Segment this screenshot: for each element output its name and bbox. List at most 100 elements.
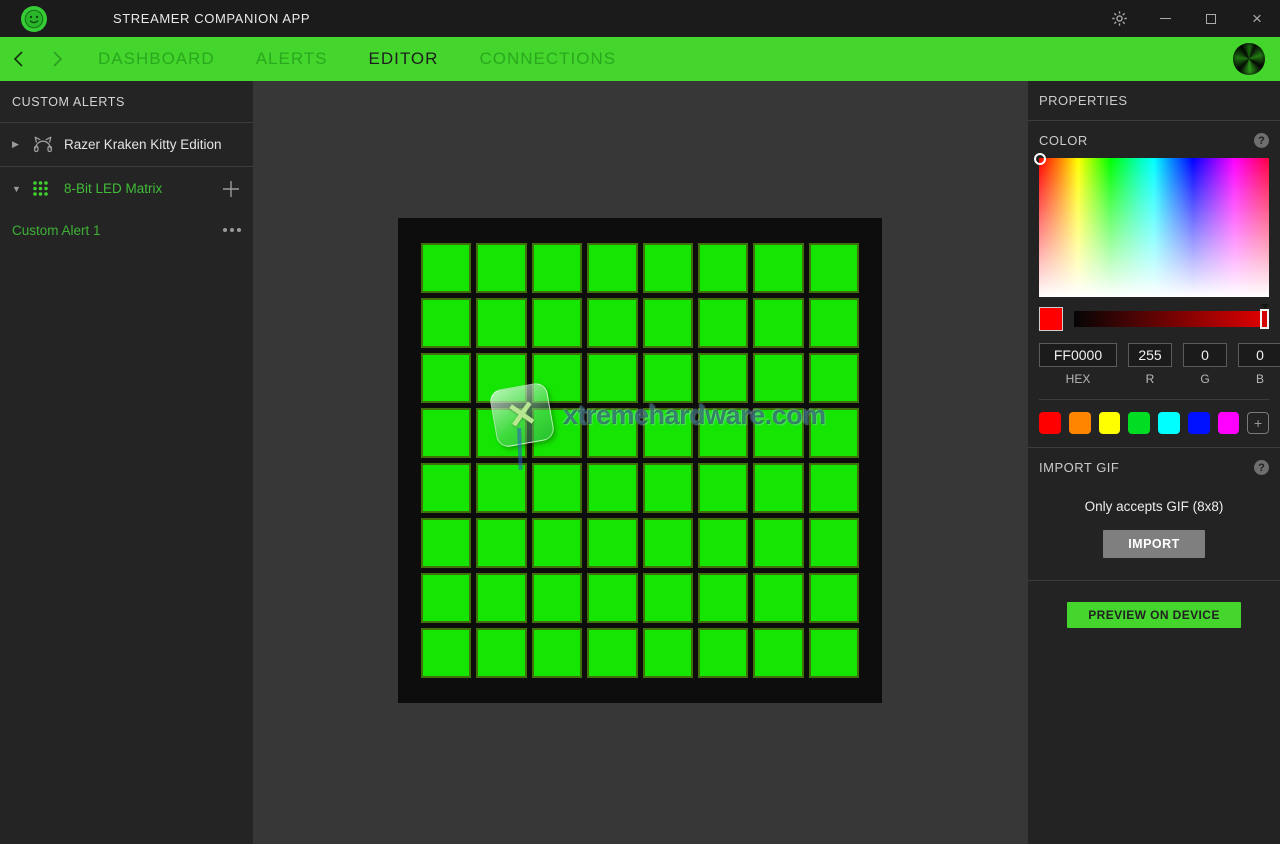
led-cell[interactable] [809, 243, 859, 293]
led-cell[interactable] [809, 463, 859, 513]
led-cell[interactable] [809, 628, 859, 678]
led-cell[interactable] [698, 518, 748, 568]
led-cell[interactable] [532, 408, 582, 458]
led-cell[interactable] [476, 518, 526, 568]
led-cell[interactable] [643, 408, 693, 458]
color-swatch[interactable] [1128, 412, 1150, 434]
led-cell[interactable] [643, 298, 693, 348]
preview-on-device-button[interactable]: PREVIEW ON DEVICE [1067, 602, 1241, 628]
led-cell[interactable] [753, 243, 803, 293]
led-cell[interactable] [421, 353, 471, 403]
led-cell[interactable] [809, 353, 859, 403]
led-cell[interactable] [587, 353, 637, 403]
led-cell[interactable] [532, 243, 582, 293]
led-cell[interactable] [421, 518, 471, 568]
led-cell[interactable] [587, 573, 637, 623]
add-alert-button[interactable] [221, 179, 241, 199]
led-cell[interactable] [643, 573, 693, 623]
led-cell[interactable] [476, 353, 526, 403]
led-cell[interactable] [532, 628, 582, 678]
tab-alerts[interactable]: ALERTS [256, 49, 328, 69]
red-input[interactable] [1128, 343, 1172, 367]
slider-handle[interactable] [1260, 309, 1269, 329]
tab-dashboard[interactable]: DASHBOARD [98, 49, 215, 69]
led-cell[interactable] [421, 298, 471, 348]
collapse-caret-icon[interactable]: ▶ [12, 139, 26, 150]
led-cell[interactable] [753, 463, 803, 513]
led-cell[interactable] [643, 628, 693, 678]
green-input[interactable] [1183, 343, 1227, 367]
tab-editor[interactable]: EDITOR [369, 49, 439, 69]
led-cell[interactable] [421, 408, 471, 458]
color-swatch[interactable] [1218, 412, 1240, 434]
led-cell[interactable] [809, 298, 859, 348]
led-cell[interactable] [476, 463, 526, 513]
led-cell[interactable] [809, 518, 859, 568]
hex-input[interactable] [1039, 343, 1117, 367]
led-cell[interactable] [698, 408, 748, 458]
blue-input[interactable] [1238, 343, 1280, 367]
led-cell[interactable] [698, 463, 748, 513]
device-row-led-matrix[interactable]: ▼ 8-Bit LED Matrix [0, 167, 253, 210]
led-cell[interactable] [698, 298, 748, 348]
led-cell[interactable] [698, 353, 748, 403]
led-cell[interactable] [532, 298, 582, 348]
led-cell[interactable] [753, 298, 803, 348]
led-cell[interactable] [532, 463, 582, 513]
maximize-button[interactable] [1188, 0, 1234, 37]
color-swatch[interactable] [1069, 412, 1091, 434]
led-cell[interactable] [421, 463, 471, 513]
user-avatar[interactable] [1233, 43, 1265, 75]
led-cell[interactable] [753, 573, 803, 623]
import-gif-help-icon[interactable]: ? [1254, 460, 1269, 475]
led-cell[interactable] [753, 628, 803, 678]
color-swatch[interactable] [1158, 412, 1180, 434]
led-cell[interactable] [476, 628, 526, 678]
led-cell[interactable] [421, 628, 471, 678]
color-help-icon[interactable]: ? [1254, 133, 1269, 148]
led-cell[interactable] [476, 298, 526, 348]
tab-connections[interactable]: CONNECTIONS [479, 49, 616, 69]
led-cell[interactable] [753, 353, 803, 403]
led-cell[interactable] [643, 353, 693, 403]
led-cell[interactable] [476, 573, 526, 623]
led-cell[interactable] [753, 518, 803, 568]
led-cell[interactable] [421, 243, 471, 293]
led-cell[interactable] [753, 408, 803, 458]
led-cell[interactable] [643, 463, 693, 513]
led-cell[interactable] [587, 463, 637, 513]
led-cell[interactable] [809, 408, 859, 458]
led-cell[interactable] [587, 518, 637, 568]
led-cell[interactable] [532, 518, 582, 568]
led-cell[interactable] [698, 628, 748, 678]
led-cell[interactable] [809, 573, 859, 623]
color-gradient-picker[interactable] [1039, 158, 1269, 297]
import-button[interactable]: IMPORT [1103, 530, 1205, 558]
close-button[interactable]: × [1234, 0, 1280, 37]
color-swatch[interactable] [1039, 412, 1061, 434]
color-swatch[interactable] [1188, 412, 1210, 434]
led-cell[interactable] [476, 408, 526, 458]
led-cell[interactable] [532, 353, 582, 403]
led-cell[interactable] [698, 243, 748, 293]
led-cell[interactable] [643, 243, 693, 293]
gradient-cursor[interactable] [1034, 153, 1046, 165]
alert-options-menu-icon[interactable] [223, 228, 241, 232]
color-swatch[interactable] [1099, 412, 1121, 434]
led-cell[interactable] [587, 298, 637, 348]
custom-alert-item[interactable]: Custom Alert 1 [0, 210, 253, 250]
led-cell[interactable] [587, 408, 637, 458]
brightness-slider[interactable] [1074, 311, 1269, 327]
device-row-kraken[interactable]: ▶ Razer Kraken Kitty Edition [0, 123, 253, 166]
forward-chevron-icon[interactable] [38, 37, 76, 81]
led-cell[interactable] [587, 243, 637, 293]
minimize-button[interactable] [1142, 0, 1188, 37]
back-chevron-icon[interactable] [0, 37, 38, 81]
led-cell[interactable] [587, 628, 637, 678]
led-cell[interactable] [698, 573, 748, 623]
led-cell[interactable] [532, 573, 582, 623]
led-cell[interactable] [643, 518, 693, 568]
settings-gear-icon[interactable] [1096, 0, 1142, 37]
led-cell[interactable] [421, 573, 471, 623]
led-cell[interactable] [476, 243, 526, 293]
